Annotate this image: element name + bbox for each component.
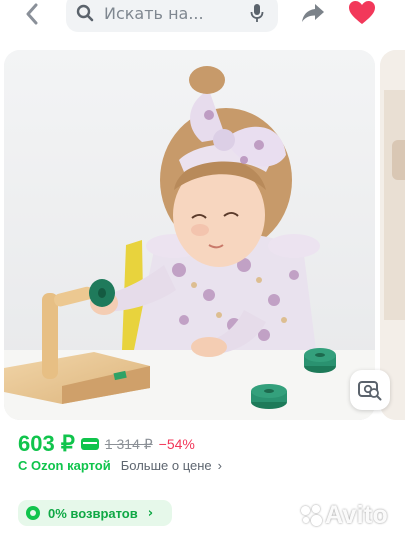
discount-badge: −54%	[158, 436, 195, 452]
returns-icon	[26, 506, 40, 520]
avito-logo-icon	[300, 504, 322, 526]
bank-card-icon	[80, 438, 99, 450]
chevron-right-icon: ›	[147, 505, 154, 521]
old-price: 1 314 ₽	[104, 435, 153, 452]
back-button[interactable]	[18, 2, 46, 26]
microphone-icon[interactable]	[244, 3, 270, 23]
next-photo-preview[interactable]	[380, 50, 405, 420]
avito-watermark: Avito	[300, 500, 389, 529]
favorite-button[interactable]	[348, 0, 376, 26]
image-search-icon	[358, 381, 382, 401]
more-about-price-link[interactable]: Больше о цене	[121, 458, 212, 473]
chevron-right-icon: ›	[217, 458, 222, 473]
next-product-image	[380, 50, 405, 420]
current-price: 603 ₽	[18, 431, 75, 456]
product-image	[4, 50, 375, 420]
share-icon	[302, 4, 324, 22]
price-details-row[interactable]: С Ozon картой Больше о цене ›	[18, 458, 222, 473]
photo-search-button[interactable]	[350, 370, 390, 410]
ozon-card-label: С Ozon картой	[18, 458, 111, 473]
product-photo[interactable]	[4, 50, 375, 420]
chevron-left-icon	[26, 3, 38, 25]
watermark-text: Avito	[325, 500, 389, 529]
price-row: 603 ₽ 1 314 ₽ −54%	[18, 431, 195, 456]
search-placeholder: Искать на...	[104, 3, 204, 23]
heart-icon	[349, 1, 375, 24]
returns-button[interactable]: 0% возвратов ›	[18, 500, 172, 526]
search-icon	[76, 4, 94, 22]
share-button[interactable]	[300, 1, 326, 25]
search-input[interactable]: Искать на...	[66, 0, 278, 32]
returns-label: 0% возвратов	[48, 505, 138, 521]
top-bar: Искать на...	[0, 0, 405, 40]
